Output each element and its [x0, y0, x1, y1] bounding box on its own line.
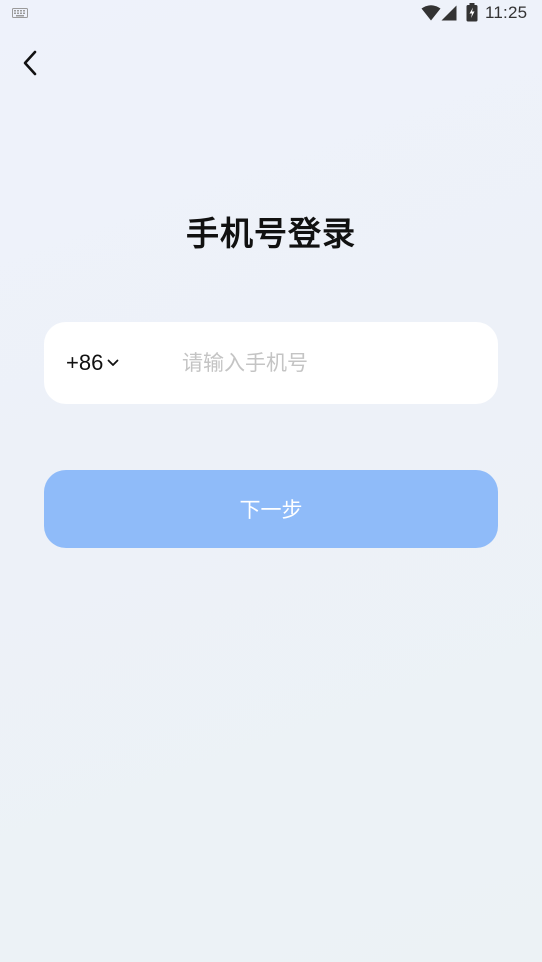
- chevron-left-icon: [23, 50, 37, 76]
- chevron-down-icon: [107, 359, 119, 366]
- keyboard-icon: [12, 8, 28, 18]
- country-code-selector[interactable]: +86: [66, 322, 119, 404]
- back-button[interactable]: [14, 46, 48, 80]
- phone-input-card: +86: [44, 322, 498, 404]
- battery-charging-icon: [466, 3, 478, 22]
- phone-number-input[interactable]: [182, 342, 474, 384]
- next-button[interactable]: 下一步: [44, 470, 498, 548]
- status-bar: 11:25: [0, 0, 542, 28]
- status-time: 11:25: [485, 3, 528, 22]
- signal-icon: [441, 5, 457, 21]
- country-code-label: +86: [66, 350, 104, 375]
- wifi-icon: [421, 5, 441, 21]
- page-title: 手机号登录: [186, 214, 356, 253]
